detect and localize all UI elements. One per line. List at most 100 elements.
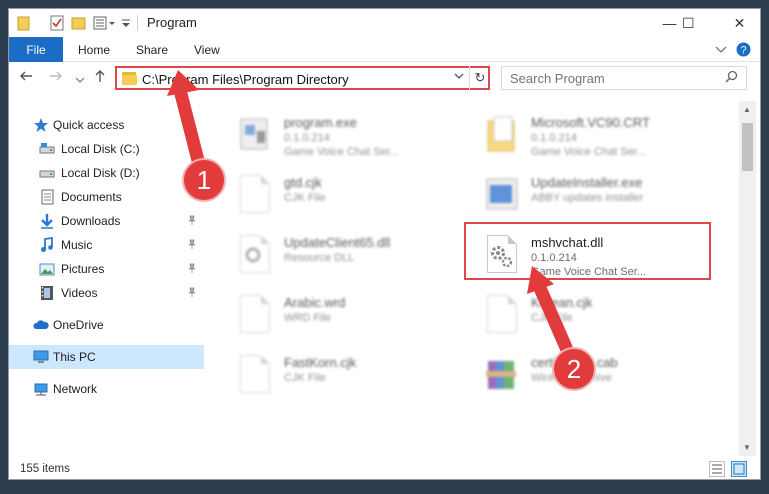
- documents-icon: [39, 189, 55, 205]
- pin-icon[interactable]: [187, 239, 197, 252]
- sidebar-item-label: This PC: [53, 350, 96, 364]
- scroll-down-icon[interactable]: ▼: [743, 443, 751, 452]
- file-detail: Game Voice Chat Ser...: [531, 146, 646, 158]
- maximize-button[interactable]: ☐: [662, 9, 707, 37]
- file-detail: CJK File: [284, 192, 326, 204]
- file-detail: Resource DLL: [284, 252, 355, 264]
- sidebar-item-local-disk-d[interactable]: Local Disk (D:): [9, 161, 204, 185]
- recent-locations-icon[interactable]: [75, 72, 85, 89]
- file-icon: [237, 293, 273, 337]
- details-view-icon[interactable]: [709, 461, 725, 477]
- sidebar-item-pictures[interactable]: Pictures: [9, 257, 204, 281]
- sidebar-item-local-disk-c[interactable]: Local Disk (C:): [9, 137, 204, 161]
- file-detail: 0.1.0.214: [531, 132, 577, 144]
- download-icon: [39, 213, 55, 229]
- sidebar-item-label: OneDrive: [53, 318, 104, 332]
- sidebar-item-label: Documents: [61, 190, 122, 204]
- chevron-down-icon[interactable]: [714, 42, 728, 59]
- list-item[interactable]: FastKorn.cjk CJK File: [237, 353, 477, 409]
- archive-icon: [484, 353, 520, 397]
- sidebar-item-music[interactable]: Music: [9, 233, 204, 257]
- list-item[interactable]: gtd.cjk CJK File: [237, 173, 477, 229]
- step-badge-2: 2: [552, 347, 596, 391]
- sidebar-item-label: Quick access: [53, 118, 125, 132]
- file-detail: CJK File: [531, 312, 573, 324]
- tab-share[interactable]: Share: [136, 43, 168, 57]
- back-arrow-icon[interactable]: [19, 69, 33, 87]
- sidebar-item-label: Local Disk (D:): [61, 166, 140, 180]
- cloud-icon: [33, 317, 49, 333]
- file-name: UpdateInstaller.exe: [531, 175, 643, 190]
- forward-arrow-icon[interactable]: [49, 69, 63, 87]
- pictures-icon: [39, 261, 55, 277]
- file-detail: 0.1.0.214: [284, 132, 330, 144]
- sidebar-item-network[interactable]: Network: [9, 377, 204, 401]
- sidebar-item-label: Music: [61, 238, 93, 252]
- tiles-view-icon[interactable]: [731, 461, 747, 477]
- tab-file[interactable]: File: [9, 37, 63, 62]
- sidebar-item-videos[interactable]: Videos: [9, 281, 204, 305]
- list-item[interactable]: Microsoft.VC90.CRT 0.1.0.214 Game Voice …: [484, 113, 724, 169]
- scroll-up-icon[interactable]: ▲: [743, 105, 751, 114]
- quick-access-dropdown-icon[interactable]: [121, 15, 131, 31]
- sidebar-item-quick-access[interactable]: Quick access: [9, 113, 204, 137]
- svg-text:?: ?: [740, 45, 746, 57]
- sidebar-item-this-pc[interactable]: This PC: [9, 345, 204, 369]
- pin-icon[interactable]: [187, 215, 197, 228]
- dll-icon: [237, 233, 273, 277]
- item-count: 155 items: [20, 463, 70, 475]
- exe-icon: [237, 113, 273, 157]
- file-detail: ABBY updates installer: [531, 192, 644, 204]
- drive-icon: [39, 165, 55, 181]
- computer-icon: [33, 349, 49, 365]
- refresh-button[interactable]: ↻: [469, 66, 490, 90]
- properties-icon[interactable]: [49, 15, 65, 31]
- file-detail: Game Voice Chat Ser...: [284, 146, 399, 158]
- list-item[interactable]: Arabic.wrd WRD File: [237, 293, 477, 349]
- file-name: gtd.cjk: [284, 175, 322, 190]
- sidebar-item-label: Network: [53, 382, 98, 396]
- sidebar-item-label: Videos: [61, 286, 98, 300]
- list-item[interactable]: program.exe 0.1.0.214 Game Voice Chat Se…: [237, 113, 477, 169]
- vertical-scrollbar[interactable]: ▲ ▼: [739, 101, 756, 456]
- search-box[interactable]: [501, 66, 747, 90]
- pin-icon[interactable]: [187, 287, 197, 300]
- help-icon[interactable]: ?: [736, 42, 751, 60]
- maximize-icon: ☐: [682, 14, 695, 31]
- tab-view[interactable]: View: [194, 43, 220, 57]
- address-bar[interactable]: C:\Program Files\Program Directory: [115, 66, 490, 90]
- video-icon: [39, 285, 55, 301]
- search-input[interactable]: [502, 67, 712, 89]
- sidebar-item-documents[interactable]: Documents: [9, 185, 204, 209]
- file-detail: CJK File: [284, 372, 326, 384]
- file-name: FastKorn.cjk: [284, 355, 357, 370]
- file-name: program.exe: [284, 115, 357, 130]
- new-folder-icon[interactable]: [71, 15, 87, 31]
- sidebar-item-downloads[interactable]: Downloads: [9, 209, 204, 233]
- status-bar: 155 items: [9, 457, 760, 479]
- scroll-thumb[interactable]: [742, 123, 753, 171]
- list-item[interactable]: UpdateInstaller.exe ABBY updates install…: [484, 173, 724, 229]
- navigation-pane: Quick access Local Disk (C:) Local Disk …: [9, 101, 204, 451]
- sidebar-item-onedrive[interactable]: OneDrive: [9, 313, 204, 337]
- folder-icon: [122, 70, 138, 86]
- file-name: Microsoft.VC90.CRT: [531, 115, 650, 130]
- star-icon: [33, 117, 49, 133]
- address-path[interactable]: C:\Program Files\Program Directory: [142, 72, 349, 87]
- navigation-bar: C:\Program Files\Program Directory ↻: [9, 63, 760, 93]
- network-icon: [33, 381, 49, 397]
- file-name: Arabic.wrd: [284, 295, 346, 310]
- folder-icon: [17, 15, 33, 31]
- customize-toolbar-icon[interactable]: [93, 15, 117, 31]
- address-dropdown-icon[interactable]: [453, 70, 465, 85]
- close-button[interactable]: ✕: [717, 9, 760, 37]
- list-item[interactable]: UpdateClient65.dll Resource DLL: [237, 233, 477, 289]
- drive-icon: [39, 141, 55, 157]
- file-icon: [237, 353, 273, 397]
- target-file-highlight: [464, 222, 711, 280]
- list-item[interactable]: Korean.cjk CJK File: [484, 293, 724, 349]
- list-item[interactable]: certificates.cab WinRAR archive: [484, 353, 724, 409]
- up-arrow-icon[interactable]: [93, 69, 107, 87]
- pin-icon[interactable]: [187, 263, 197, 276]
- tab-home[interactable]: Home: [78, 43, 110, 57]
